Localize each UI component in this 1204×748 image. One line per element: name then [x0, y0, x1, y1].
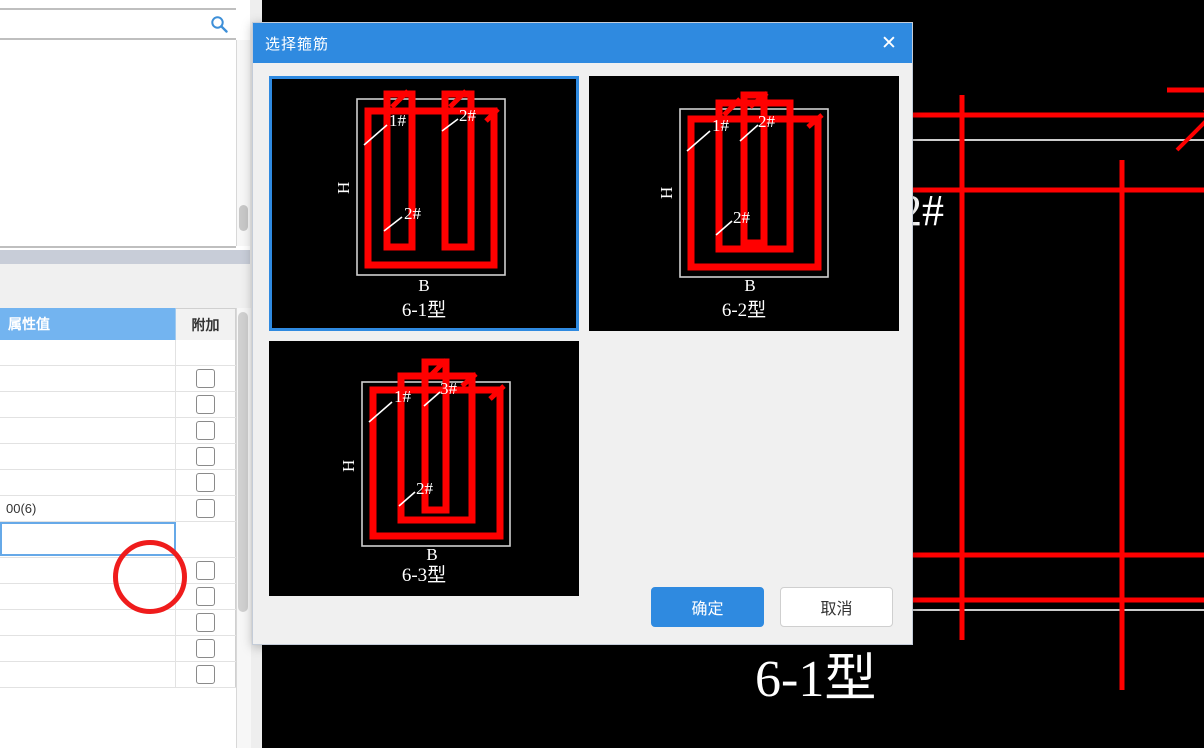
extra-checkbox-cell[interactable] [176, 366, 236, 391]
table-row[interactable]: 00(6) [0, 496, 236, 522]
dimension-h: H [657, 187, 676, 199]
checkbox-icon[interactable] [196, 421, 215, 440]
ok-button[interactable]: 确定 [651, 587, 764, 627]
property-value-cell[interactable] [0, 636, 176, 661]
table-row[interactable] [0, 584, 236, 610]
extra-checkbox-cell[interactable] [176, 522, 236, 557]
annotation-2hash-b: 2# [733, 208, 751, 227]
extra-checkbox-cell[interactable] [176, 496, 236, 521]
dimension-b: B [744, 276, 755, 295]
panel-divider [0, 250, 250, 264]
checkbox-icon[interactable] [196, 639, 215, 658]
stirrup-option-label-0: 6-1型 [401, 300, 447, 321]
extra-checkbox-cell[interactable] [176, 610, 236, 635]
checkbox-icon[interactable] [196, 473, 215, 492]
extra-checkbox-cell[interactable] [176, 392, 236, 417]
checkbox-icon[interactable] [196, 395, 215, 414]
column-header-extra: 附加 [176, 308, 236, 340]
table-row[interactable] [0, 636, 236, 662]
property-value-cell[interactable] [0, 418, 176, 443]
extra-checkbox-cell[interactable] [176, 340, 236, 365]
annotation-3hash: 3# [440, 379, 458, 398]
table-row[interactable] [0, 392, 236, 418]
dimension-b: B [418, 276, 429, 295]
property-value-cell[interactable] [0, 444, 176, 469]
stirrup-option-grid: 1# 2# 2# H B 6-1型 1# 2# 2# H B 6-2型 1# 3… [269, 76, 899, 596]
annotation-2hash: 2# [416, 479, 434, 498]
annotation-1hash: 1# [394, 387, 412, 406]
panel-toolbar-area [0, 264, 250, 308]
close-icon[interactable]: ✕ [876, 31, 902, 55]
stirrup-option-2[interactable]: 1# 3# 2# H B 6-3型 [269, 341, 579, 596]
stirrup-option-1[interactable]: 1# 2# 2# H B 6-2型 [589, 76, 899, 331]
annotation-2hash-a: 2# [459, 106, 477, 125]
checkbox-icon[interactable] [196, 499, 215, 518]
extra-checkbox-cell[interactable] [176, 444, 236, 469]
property-table: 属性值 附加 00(6) [0, 308, 236, 748]
property-value-cell[interactable]: 00(6) [0, 496, 176, 521]
list-scrollbar-thumb[interactable] [239, 205, 248, 231]
extra-checkbox-cell[interactable] [176, 636, 236, 661]
item-list-area[interactable] [0, 40, 236, 248]
stirrup-option-0[interactable]: 1# 2# 2# H B 6-1型 [269, 76, 579, 331]
search-icon[interactable] [210, 15, 228, 33]
checkbox-icon[interactable] [196, 587, 215, 606]
property-value-cell[interactable] [0, 662, 176, 687]
property-value-cell[interactable] [0, 584, 176, 609]
checkbox-icon[interactable] [196, 369, 215, 388]
property-value-cell[interactable] [0, 558, 176, 583]
select-stirrup-dialog: 选择箍筋 ✕ 1# 2# 2# H B 6-1型 1# 2# 2# H B 6-… [252, 22, 913, 645]
table-row[interactable] [0, 444, 236, 470]
property-value-cell[interactable] [0, 470, 176, 495]
property-value-cell[interactable] [0, 610, 176, 635]
annotation-2hash-a: 2# [758, 112, 776, 131]
search-bar[interactable] [0, 8, 236, 40]
table-row[interactable] [0, 610, 236, 636]
extra-checkbox-cell[interactable] [176, 662, 236, 687]
annotation-1hash: 1# [389, 111, 407, 130]
table-row[interactable] [0, 470, 236, 496]
dimension-h: H [339, 460, 358, 472]
dimension-h: H [334, 182, 353, 194]
dialog-title: 选择箍筋 [265, 35, 330, 53]
property-value-cell[interactable] [0, 392, 176, 417]
stirrup-option-label-1: 6-2型 [721, 300, 767, 321]
property-value-cell[interactable] [0, 340, 176, 365]
checkbox-icon[interactable] [196, 613, 215, 632]
stirrup-diagram-2: 1# 3# 2# H B [339, 358, 511, 564]
stirrup-diagram-1: 1# 2# 2# H B [657, 91, 829, 295]
table-row[interactable] [0, 522, 236, 558]
table-row[interactable] [0, 418, 236, 444]
extra-checkbox-cell[interactable] [176, 418, 236, 443]
cad-label-type: 6-1型 [755, 651, 877, 708]
dialog-footer: 确定 取消 [253, 574, 912, 644]
table-scrollbar-thumb[interactable] [238, 312, 248, 612]
checkbox-icon[interactable] [196, 665, 215, 684]
stirrup-diagram-0: 1# 2# 2# H B [334, 89, 506, 295]
search-input[interactable] [0, 10, 200, 38]
checkbox-icon[interactable] [196, 561, 215, 580]
table-row[interactable] [0, 558, 236, 584]
table-row[interactable] [0, 340, 236, 366]
checkbox-icon[interactable] [196, 447, 215, 466]
extra-checkbox-cell[interactable] [176, 470, 236, 495]
annotation-2hash-b: 2# [404, 204, 422, 223]
extra-checkbox-cell[interactable] [176, 558, 236, 583]
cancel-button[interactable]: 取消 [780, 587, 893, 627]
table-row[interactable] [0, 366, 236, 392]
property-value-cell[interactable] [0, 366, 176, 391]
property-value-cell[interactable] [0, 522, 176, 556]
annotation-1hash: 1# [712, 116, 730, 135]
table-row[interactable] [0, 662, 236, 688]
dialog-titlebar: 选择箍筋 ✕ [253, 23, 912, 63]
extra-checkbox-cell[interactable] [176, 584, 236, 609]
left-app-panel: 属性值 附加 00(6) [0, 0, 262, 748]
column-header-property-value: 属性值 [0, 308, 176, 340]
